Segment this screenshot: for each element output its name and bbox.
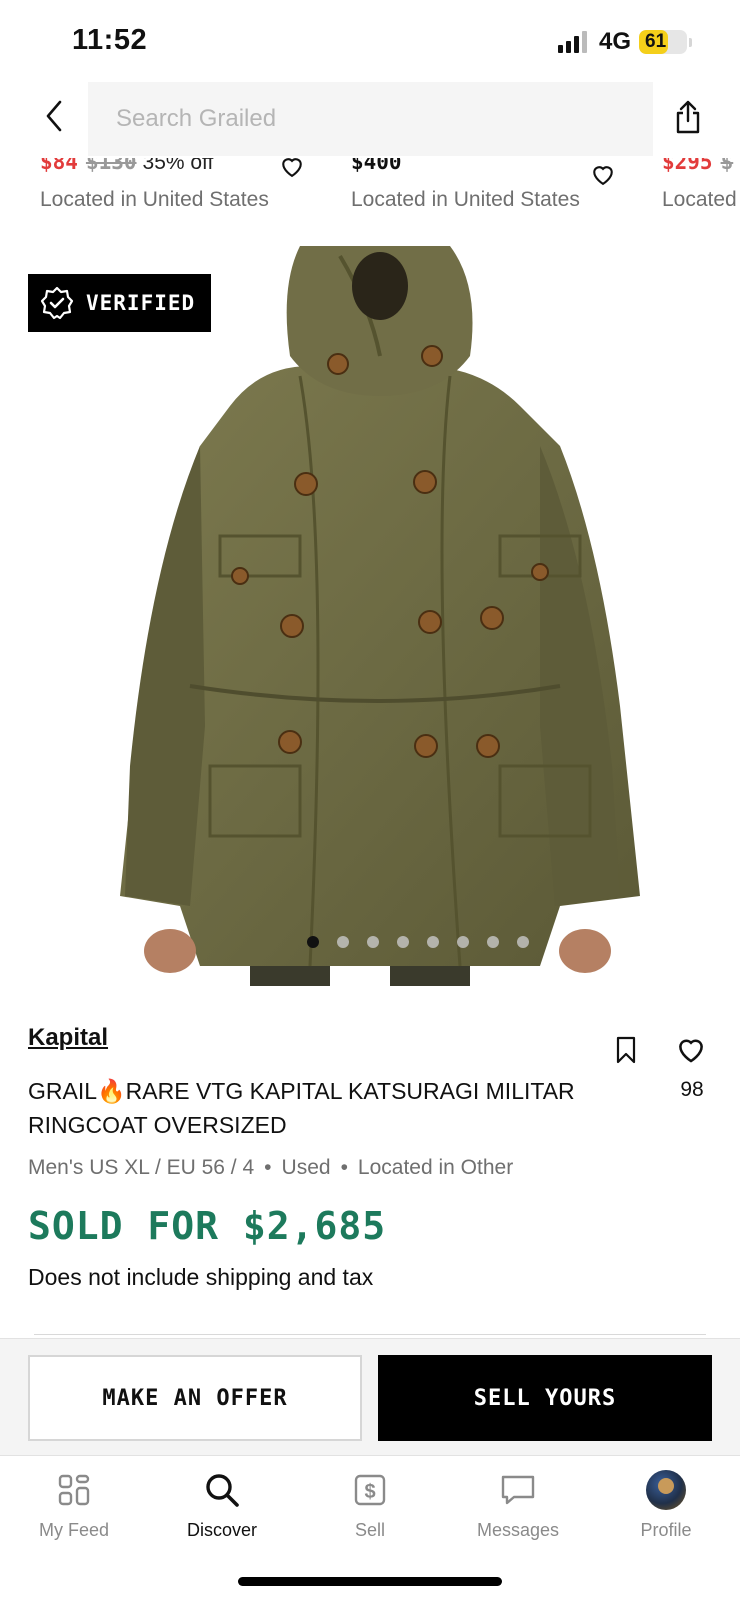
network-type: 4G [598, 28, 631, 55]
brand-link[interactable]: Kapital [28, 1024, 108, 1052]
related-card[interactable]: $84 $130 35% off Located in United States [40, 148, 330, 228]
share-icon [676, 100, 700, 134]
related-card[interactable]: $400 Located in United States [351, 148, 641, 228]
meta-separator: • [264, 1156, 272, 1179]
sell-yours-button[interactable]: SELL YOURS [378, 1355, 712, 1441]
search-icon [202, 1470, 242, 1510]
tab-profile[interactable]: Profile [592, 1470, 740, 1560]
related-location: Located [662, 188, 737, 211]
status-time: 11:52 [72, 24, 148, 56]
tab-my-feed[interactable]: My Feed [0, 1470, 148, 1560]
grid-icon [54, 1470, 94, 1510]
related-card[interactable]: $295 $ Located [662, 148, 740, 228]
status-indicators: 4G 61 [557, 28, 692, 56]
verified-badge: VERIFIED [28, 274, 212, 332]
product-location: Located in Other [357, 1156, 514, 1179]
tab-label: Sell [354, 1520, 385, 1540]
carousel-dot[interactable] [337, 936, 349, 948]
back-button[interactable] [34, 96, 74, 136]
carousel-dots[interactable] [0, 936, 740, 948]
action-bar: MAKE AN OFFER SELL YOURS [0, 1338, 740, 1456]
shipping-note: Does not include shipping and tax [28, 1264, 374, 1290]
carousel-dot[interactable] [307, 936, 319, 948]
carousel-dot[interactable] [517, 936, 529, 948]
dollar-tag-icon: $ [350, 1470, 390, 1510]
related-location: Located in United States [351, 188, 580, 211]
product-condition: Used [281, 1156, 331, 1179]
carousel-dot[interactable] [397, 936, 409, 948]
bottom-tab-bar: My Feed Discover $ Sell Messages Profile [0, 1456, 740, 1600]
divider [34, 1334, 706, 1335]
carousel-dot[interactable] [427, 936, 439, 948]
carousel-dot[interactable] [487, 936, 499, 948]
related-listings-strip[interactable]: $84 $130 35% off Located in United States … [0, 148, 740, 228]
make-offer-button[interactable]: MAKE AN OFFER [28, 1355, 362, 1441]
tab-label: Discover [186, 1520, 257, 1540]
tab-label: Messages [476, 1520, 560, 1540]
like-count: 98 [680, 1078, 704, 1101]
heart-icon[interactable] [589, 160, 617, 188]
verified-check-icon [40, 286, 74, 320]
battery-percent: 61 [645, 31, 667, 52]
tab-label: My Feed [38, 1520, 110, 1540]
heart-icon[interactable] [674, 1032, 708, 1066]
related-location: Located in United States [40, 188, 269, 211]
battery-icon: 61 [639, 30, 687, 54]
chevron-left-icon [46, 100, 62, 132]
carousel-dot[interactable] [457, 936, 469, 948]
product-title: GRAIL🔥RARE VTG KAPITAL KATSURAGI MILITAR… [28, 1078, 575, 1138]
carousel-dot[interactable] [367, 936, 379, 948]
chat-bubble-icon [498, 1470, 538, 1510]
product-meta: Men's US XL / EU 56 / 4 • Used • Located in … [28, 1156, 513, 1180]
top-nav [0, 80, 740, 158]
tab-label: Profile [640, 1520, 692, 1540]
search-input[interactable] [88, 82, 653, 156]
tab-sell[interactable]: $ Sell [296, 1470, 444, 1560]
avatar [646, 1470, 686, 1510]
product-image-carousel[interactable]: VERIFIED [0, 246, 740, 986]
share-button[interactable] [666, 94, 710, 140]
cellular-signal-icon [557, 31, 587, 53]
avatar-container [646, 1470, 686, 1510]
status-bar: 11:52 4G 61 [0, 0, 740, 80]
verified-label: VERIFIED [86, 291, 196, 315]
home-indicator [238, 1577, 502, 1586]
tab-discover[interactable]: Discover [148, 1470, 296, 1560]
product-size: Men's US XL / EU 56 / 4 [28, 1156, 255, 1179]
sold-price: SOLD FOR $2,685 [28, 1204, 387, 1248]
svg-text:$: $ [364, 1481, 375, 1503]
meta-separator: • [340, 1156, 348, 1179]
tab-messages[interactable]: Messages [444, 1470, 592, 1560]
product-info: Kapital 98 GRAIL🔥RARE VTG KAPITAL KATSUR… [28, 1024, 712, 1290]
battery-cap [689, 37, 692, 47]
bookmark-icon[interactable] [610, 1034, 642, 1066]
product-photo [120, 246, 640, 986]
